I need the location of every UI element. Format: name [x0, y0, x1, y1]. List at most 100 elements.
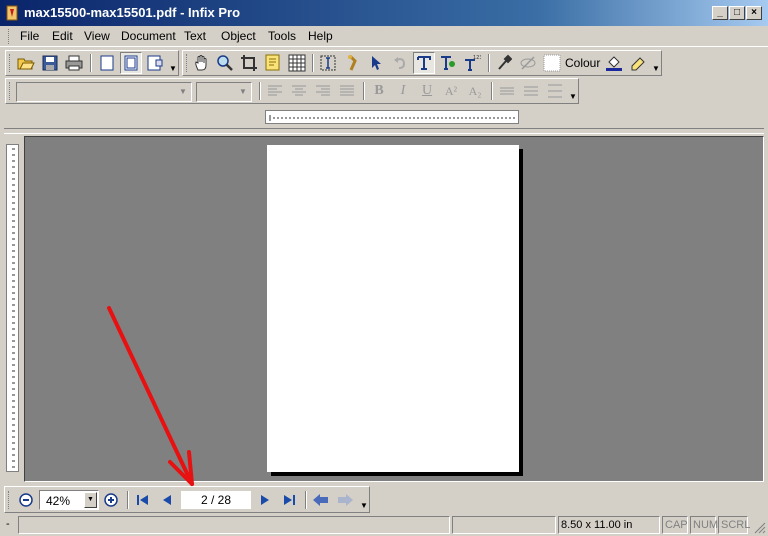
toolbar-separator: [491, 82, 493, 100]
menu-help[interactable]: Help: [308, 29, 333, 43]
horizontal-ruler: [265, 110, 519, 124]
toolbar-separator: [305, 491, 307, 509]
chevron-down-icon[interactable]: ▼: [176, 84, 190, 100]
navigation-toolbar: 42% ▼ 2 / 28 ▼: [4, 486, 370, 513]
status-message-panel: [18, 516, 450, 534]
first-page-icon[interactable]: [132, 489, 154, 511]
single-page-icon[interactable]: [96, 52, 118, 74]
menu-document[interactable]: Document: [121, 29, 176, 43]
title-bar: max15500-max15501.pdf - Infix Pro _ □ ×: [0, 0, 768, 26]
menu-bar: File Edit View Document Text Object Tool…: [0, 26, 768, 47]
page-indicator[interactable]: 2 / 28: [181, 491, 251, 509]
document-area[interactable]: [24, 136, 764, 482]
font-combo[interactable]: ▼: [16, 82, 192, 102]
toolbar-separator: [259, 82, 261, 100]
grid-icon[interactable]: [286, 52, 308, 74]
line-spacing-medium-icon[interactable]: [520, 80, 542, 102]
forward-icon[interactable]: [334, 489, 356, 511]
text-number-icon[interactable]: 123: [461, 52, 483, 74]
hide-icon[interactable]: [517, 52, 539, 74]
chevron-down-icon[interactable]: ▼: [84, 492, 97, 508]
toolbar-overflow-icon[interactable]: ▼: [360, 501, 368, 511]
superscript-button[interactable]: A²: [440, 80, 462, 102]
restore-button[interactable]: □: [729, 6, 745, 20]
italic-button[interactable]: I: [392, 80, 414, 102]
chevron-down-icon[interactable]: ▼: [236, 84, 250, 100]
zoom-combo[interactable]: 42% ▼: [39, 490, 99, 510]
crop-icon[interactable]: [238, 52, 260, 74]
num-lock-indicator: NUM: [690, 516, 718, 534]
text-frame-icon[interactable]: [317, 52, 339, 74]
hand-icon[interactable]: [191, 52, 213, 74]
note-icon[interactable]: [262, 52, 284, 74]
minimize-button[interactable]: _: [712, 6, 728, 20]
colour-label[interactable]: Colour: [565, 56, 600, 70]
text-tool-icon[interactable]: [413, 52, 435, 74]
scroll-lock-indicator: SCRL: [718, 516, 750, 534]
toolbar-separator: [312, 54, 314, 72]
file-toolbar: ▼: [5, 50, 179, 76]
bold-button[interactable]: B: [368, 80, 390, 102]
align-center-icon[interactable]: [288, 80, 310, 102]
line-spacing-single-icon[interactable]: [496, 80, 518, 102]
page-size-panel: 8.50 x 11.00 in: [558, 516, 660, 534]
status-bar: - 8.50 x 11.00 in CAP NUM SCRL: [0, 514, 768, 536]
fit-page-icon[interactable]: [120, 52, 142, 74]
format-toolbar: ▼ ▼ B I U A² A₂ ▼: [5, 78, 579, 104]
select-icon[interactable]: [365, 52, 387, 74]
toolbar-overflow-icon[interactable]: ▼: [652, 64, 660, 74]
align-left-icon[interactable]: [264, 80, 286, 102]
menu-file[interactable]: File: [20, 29, 39, 43]
toolbar-separator: [488, 54, 490, 72]
undo-icon[interactable]: [389, 52, 411, 74]
toolbar-grip[interactable]: [186, 54, 189, 72]
eraser-icon[interactable]: [627, 52, 649, 74]
colour-swatch-icon[interactable]: [541, 52, 563, 74]
two-page-icon[interactable]: [144, 52, 166, 74]
panel-splitter[interactable]: [4, 128, 764, 134]
menu-grip[interactable]: [8, 29, 11, 44]
vertical-ruler: [6, 144, 19, 472]
zoom-icon[interactable]: [214, 52, 236, 74]
align-right-icon[interactable]: [312, 80, 334, 102]
zoom-value: 42%: [46, 494, 71, 508]
resize-grip-icon[interactable]: [754, 522, 766, 534]
fill-icon[interactable]: [603, 52, 625, 74]
toolbar-overflow-icon[interactable]: ▼: [569, 92, 577, 102]
underline-button[interactable]: U: [416, 80, 438, 102]
next-page-icon[interactable]: [254, 489, 276, 511]
last-page-icon[interactable]: [278, 489, 300, 511]
subscript-button[interactable]: A₂: [464, 80, 486, 102]
toolbar-grip[interactable]: [9, 54, 12, 72]
open-icon[interactable]: [15, 52, 37, 74]
menu-edit[interactable]: Edit: [52, 29, 73, 43]
toolbar-overflow-icon[interactable]: ▼: [169, 64, 177, 74]
status-info-panel: [452, 516, 556, 534]
caps-lock-indicator: CAP: [662, 516, 688, 534]
app-icon[interactable]: [5, 5, 19, 21]
menu-tools[interactable]: Tools: [268, 29, 296, 43]
toolbar-grip[interactable]: [8, 491, 11, 509]
align-justify-icon[interactable]: [336, 80, 358, 102]
print-icon[interactable]: [63, 52, 85, 74]
text-edit-icon[interactable]: [437, 52, 459, 74]
menu-object[interactable]: Object: [221, 29, 256, 43]
pdf-page[interactable]: [267, 145, 519, 472]
link-icon[interactable]: [341, 52, 363, 74]
window-title: max15500-max15501.pdf - Infix Pro: [24, 5, 241, 20]
menu-view[interactable]: View: [84, 29, 110, 43]
eyedropper-icon[interactable]: [493, 52, 515, 74]
menu-text[interactable]: Text: [184, 29, 206, 43]
toolbar-grip[interactable]: [9, 82, 12, 100]
save-icon[interactable]: [39, 52, 61, 74]
close-button[interactable]: ×: [746, 6, 762, 20]
zoom-out-icon[interactable]: [15, 489, 37, 511]
back-icon[interactable]: [310, 489, 332, 511]
line-spacing-double-icon[interactable]: [544, 80, 566, 102]
size-combo[interactable]: ▼: [196, 82, 252, 102]
svg-text:123: 123: [473, 55, 481, 61]
zoom-in-icon[interactable]: [100, 489, 122, 511]
previous-page-icon[interactable]: [156, 489, 178, 511]
toolbar-separator: [363, 82, 365, 100]
toolbar-separator: [90, 54, 92, 72]
